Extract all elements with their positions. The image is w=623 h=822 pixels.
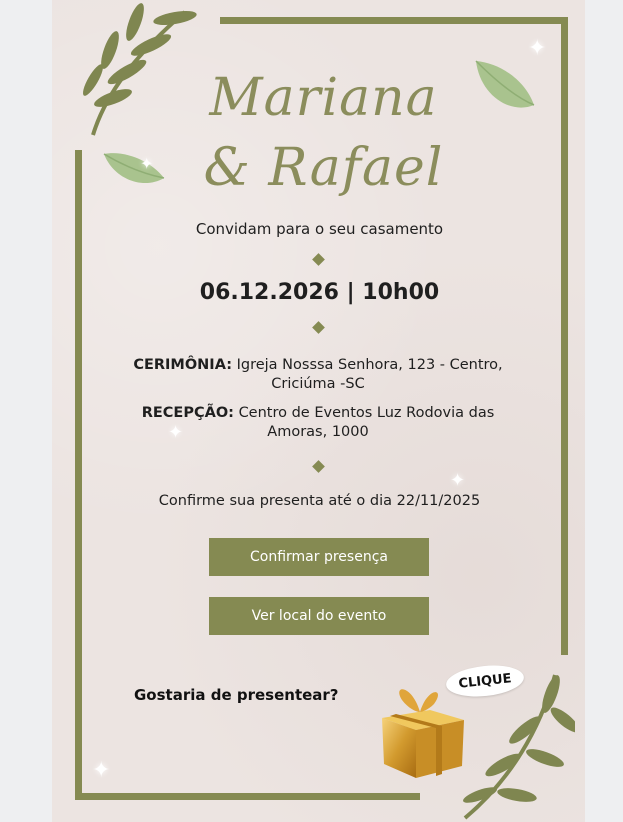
sparkle-icon: ✦ <box>450 470 466 491</box>
ceremony-label: CERIMÔNIA: <box>133 357 232 373</box>
invitation-subtitle: Convidam para o seu casamento <box>195 220 444 238</box>
ceremony-text: Igreja Nosssa Senhora, 123 - Centro, Cri… <box>236 357 503 392</box>
reception-label: RECEPÇÃO: <box>141 405 234 421</box>
reception-text: Centro de Eventos Luz Rodovia das Amoras… <box>238 405 495 440</box>
frame-bottom-line <box>75 793 420 800</box>
confirm-attendance-button[interactable]: Confirmar presença <box>209 538 429 576</box>
sparkle-icon: ✦ <box>528 36 547 61</box>
couple-name-second: & Rafael <box>203 138 444 198</box>
gift-question: Gostaria de presentear? <box>134 686 339 704</box>
view-location-button[interactable]: Ver local do evento <box>209 597 429 635</box>
reception-details: RECEPÇÃO: Centro de Eventos Luz Rodovia … <box>110 404 526 442</box>
event-date-time: 06.12.2026 | 10h00 <box>199 280 440 305</box>
couple-name-first: Mariana <box>209 68 438 128</box>
sparkle-icon: ✦ <box>92 758 111 783</box>
frame-left-line <box>75 150 82 800</box>
rsvp-note: Confirme sua presenta até o dia 22/11/20… <box>158 493 481 509</box>
gift-box-icon[interactable] <box>372 680 472 780</box>
ceremony-details: CERIMÔNIA: Igreja Nosssa Senhora, 123 - … <box>110 356 526 394</box>
frame-top-line <box>220 17 568 24</box>
